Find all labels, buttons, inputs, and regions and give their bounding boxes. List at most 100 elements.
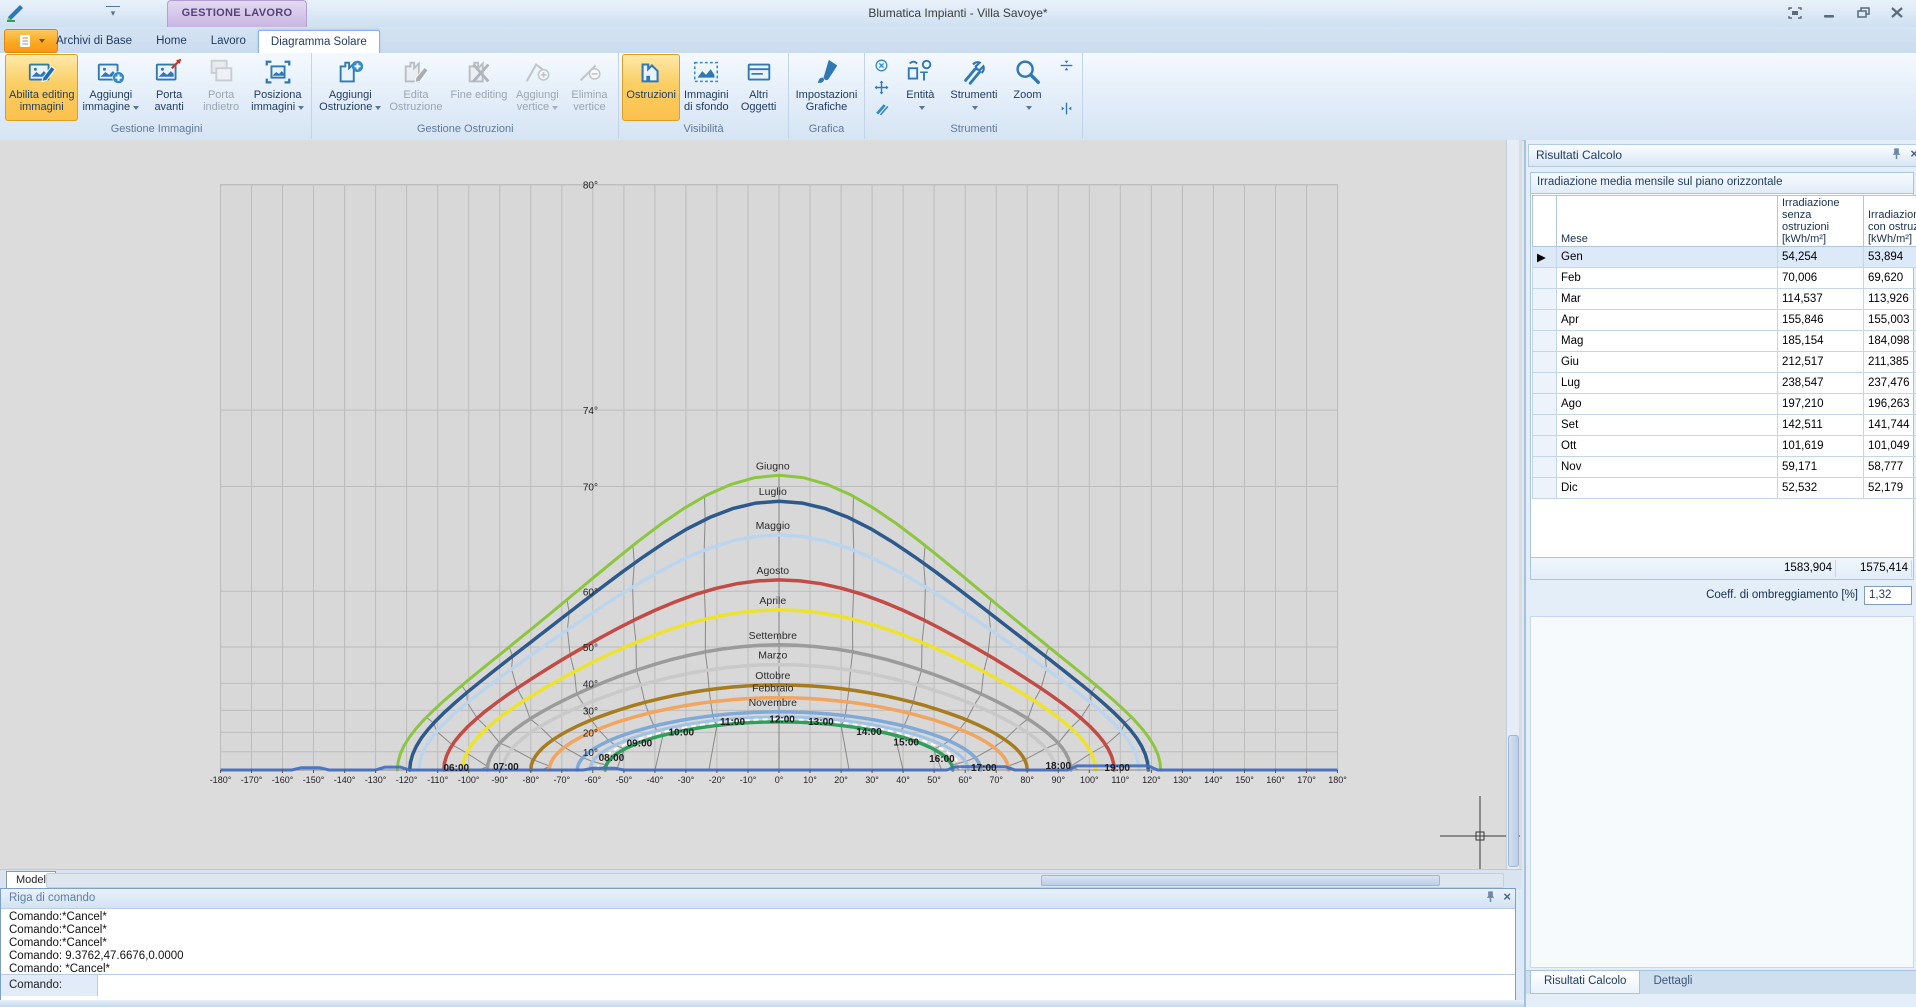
command-window-header[interactable]: Riga di comando × bbox=[1, 889, 1515, 909]
porta-avanti-button[interactable]: Portaavanti bbox=[143, 54, 195, 121]
vertical-scrollbar-thumb[interactable] bbox=[1508, 735, 1519, 867]
add-vertex-icon bbox=[522, 57, 552, 87]
table-row-apr[interactable]: Apr155,846155,003 bbox=[1533, 310, 1916, 331]
column-header-1[interactable]: Irradiazione senza ostruzioni [kWh/m²] bbox=[1778, 196, 1864, 247]
pan-button[interactable] bbox=[869, 78, 893, 97]
dropdown-arrow-icon bbox=[375, 106, 381, 110]
draw-order-button[interactable] bbox=[869, 99, 893, 118]
table-row-mag[interactable]: Mag185,154184,098 bbox=[1533, 331, 1916, 352]
close-icon[interactable]: × bbox=[1503, 890, 1511, 903]
svg-text:150°: 150° bbox=[1235, 775, 1254, 785]
svg-text:10:00: 10:00 bbox=[669, 727, 695, 738]
table-row-gen[interactable]: ▶Gen54,25453,894 bbox=[1533, 247, 1916, 268]
table-row-dic[interactable]: Dic52,53252,179 bbox=[1533, 478, 1916, 499]
svg-text:06:00: 06:00 bbox=[444, 763, 470, 774]
table-row-feb[interactable]: Feb70,00669,620 bbox=[1533, 268, 1916, 289]
table-row-ago[interactable]: Ago197,210196,263 bbox=[1533, 394, 1916, 415]
immagini-di-sfondo-button[interactable]: Immaginidi sfondo bbox=[680, 54, 733, 121]
table-row-nov[interactable]: Nov59,17158,777 bbox=[1533, 457, 1916, 478]
graphic-settings-icon bbox=[811, 57, 841, 87]
svg-text:-50°: -50° bbox=[616, 775, 633, 785]
table-row-set[interactable]: Set142,511141,744 bbox=[1533, 415, 1916, 436]
panel-tab-risultati-calcolo[interactable]: Risultati Calcolo bbox=[1530, 971, 1640, 994]
aggiungi-ostruzione-button[interactable]: AggiungiOstruzione bbox=[315, 54, 385, 121]
svg-text:30°: 30° bbox=[865, 775, 879, 785]
abilita-editing-immagini-button[interactable]: Abilita editingimmagini bbox=[5, 54, 78, 121]
table-row-ott[interactable]: Ott101,619101,049 bbox=[1533, 436, 1916, 457]
canvas-horizontal-scrollbar[interactable] bbox=[46, 873, 1504, 888]
mese-cell: Mag bbox=[1557, 331, 1778, 352]
fit-window-icon[interactable] bbox=[1784, 4, 1806, 21]
command-input[interactable] bbox=[98, 975, 1515, 996]
zoom-icon bbox=[1012, 57, 1042, 87]
table-row-lug[interactable]: Lug238,547237,476 bbox=[1533, 373, 1916, 394]
tab-archivi-di-base[interactable]: Archivi di Base bbox=[44, 30, 144, 53]
horizontal-scrollbar-thumb[interactable] bbox=[1041, 875, 1440, 886]
pin-icon[interactable] bbox=[1890, 147, 1903, 160]
aggiungi-immagine-button[interactable]: Aggiungiimmagine bbox=[78, 54, 143, 121]
tab-home[interactable]: Home bbox=[144, 30, 199, 53]
con-ostruzioni-cell: 69,620 bbox=[1864, 268, 1916, 289]
button-label: di sfondo bbox=[684, 101, 729, 113]
split-vertical-button[interactable] bbox=[1054, 99, 1078, 118]
results-panel-header[interactable]: Risultati Calcolo × bbox=[1528, 144, 1916, 167]
split-horizontal-button[interactable] bbox=[1054, 56, 1078, 75]
svg-text:15:00: 15:00 bbox=[893, 737, 919, 748]
tab-lavoro[interactable]: Lavoro bbox=[199, 30, 258, 53]
small-button-stack bbox=[1053, 54, 1079, 120]
ribbon-group-grafica: ImpostazioniGraficheGrafica bbox=[789, 53, 866, 139]
column-header-2[interactable]: Irradiazione con ostruzioni [kWh/m²] bbox=[1864, 196, 1916, 247]
zoom-button[interactable]: Zoom bbox=[1001, 54, 1053, 121]
tools-icon bbox=[959, 57, 989, 87]
canvas-vertical-scrollbar[interactable] bbox=[1506, 140, 1519, 869]
svg-text:-20°: -20° bbox=[709, 775, 726, 785]
tab-diagramma-solare[interactable]: Diagramma Solare bbox=[258, 30, 380, 53]
column-header-0[interactable]: Mese bbox=[1557, 196, 1778, 247]
svg-text:12:00: 12:00 bbox=[769, 715, 795, 726]
close-icon[interactable] bbox=[1886, 4, 1908, 21]
svg-text:40°: 40° bbox=[583, 679, 598, 690]
altri-oggetti-button[interactable]: AltriOggetti bbox=[733, 54, 785, 121]
totals-row: 1583,904 1575,414 bbox=[1531, 557, 1913, 579]
edita-ostruzione-button: EditaOstruzione bbox=[385, 54, 446, 121]
pin-icon[interactable] bbox=[1484, 890, 1497, 903]
mese-cell: Feb bbox=[1557, 268, 1778, 289]
mese-cell: Set bbox=[1557, 415, 1778, 436]
deselect-button[interactable] bbox=[869, 56, 893, 75]
table-row-mar[interactable]: Mar114,537113,926 bbox=[1533, 289, 1916, 310]
ribbon-tab-row: Archivi di BaseHomeLavoroDiagramma Solar… bbox=[0, 27, 1916, 53]
command-history: Comando:*Cancel*Comando:*Cancel*Comando:… bbox=[1, 909, 1515, 974]
strumenti-button[interactable]: Strumenti bbox=[946, 54, 1001, 121]
close-icon[interactable]: × bbox=[1910, 147, 1916, 160]
svg-text:14:00: 14:00 bbox=[856, 727, 882, 738]
panel-tab-dettagli[interactable]: Dettagli bbox=[1640, 971, 1705, 994]
svg-text:-160°: -160° bbox=[272, 775, 294, 785]
svg-text:19:00: 19:00 bbox=[1104, 763, 1130, 774]
button-label: Entità bbox=[906, 89, 934, 101]
svg-text:10°: 10° bbox=[583, 748, 598, 759]
ostruzioni-button[interactable]: Ostruzioni bbox=[622, 54, 680, 121]
add-obstruction-icon bbox=[335, 57, 365, 87]
svg-text:Agosto: Agosto bbox=[756, 565, 789, 577]
minimize-icon[interactable] bbox=[1818, 4, 1840, 21]
svg-text:11:00: 11:00 bbox=[720, 717, 745, 728]
svg-text:40°: 40° bbox=[896, 775, 910, 785]
background-images-icon bbox=[691, 57, 721, 87]
entit-button[interactable]: TEntità bbox=[894, 54, 946, 121]
svg-text:Giugno: Giugno bbox=[756, 460, 790, 472]
table-empty-area bbox=[1531, 500, 1913, 557]
posiziona-immagini-button[interactable]: Posizionaimmagini bbox=[247, 54, 308, 121]
irradiation-table: MeseIrradiazione senza ostruzioni [kWh/m… bbox=[1532, 195, 1916, 499]
svg-text:Marzo: Marzo bbox=[758, 650, 787, 662]
drawing-canvas[interactable]: -180°-170°-160°-150°-140°-130°-120°-110°… bbox=[0, 140, 1522, 869]
svg-text:-170°: -170° bbox=[241, 775, 263, 785]
svg-text:-150°: -150° bbox=[303, 775, 325, 785]
button-label: Strumenti bbox=[950, 89, 997, 101]
impostazioni-grafiche-button[interactable]: ImpostazioniGrafiche bbox=[792, 54, 862, 121]
restore-icon[interactable] bbox=[1852, 4, 1874, 21]
table-row-giu[interactable]: Giu212,517211,385 bbox=[1533, 352, 1916, 373]
command-history-line: Comando:*Cancel* bbox=[9, 924, 1515, 937]
title-bar: ▾ GESTIONE LAVORO Blumatica Impianti - V… bbox=[0, 0, 1916, 28]
svg-text:-60°: -60° bbox=[584, 775, 601, 785]
row-marker bbox=[1533, 394, 1557, 415]
